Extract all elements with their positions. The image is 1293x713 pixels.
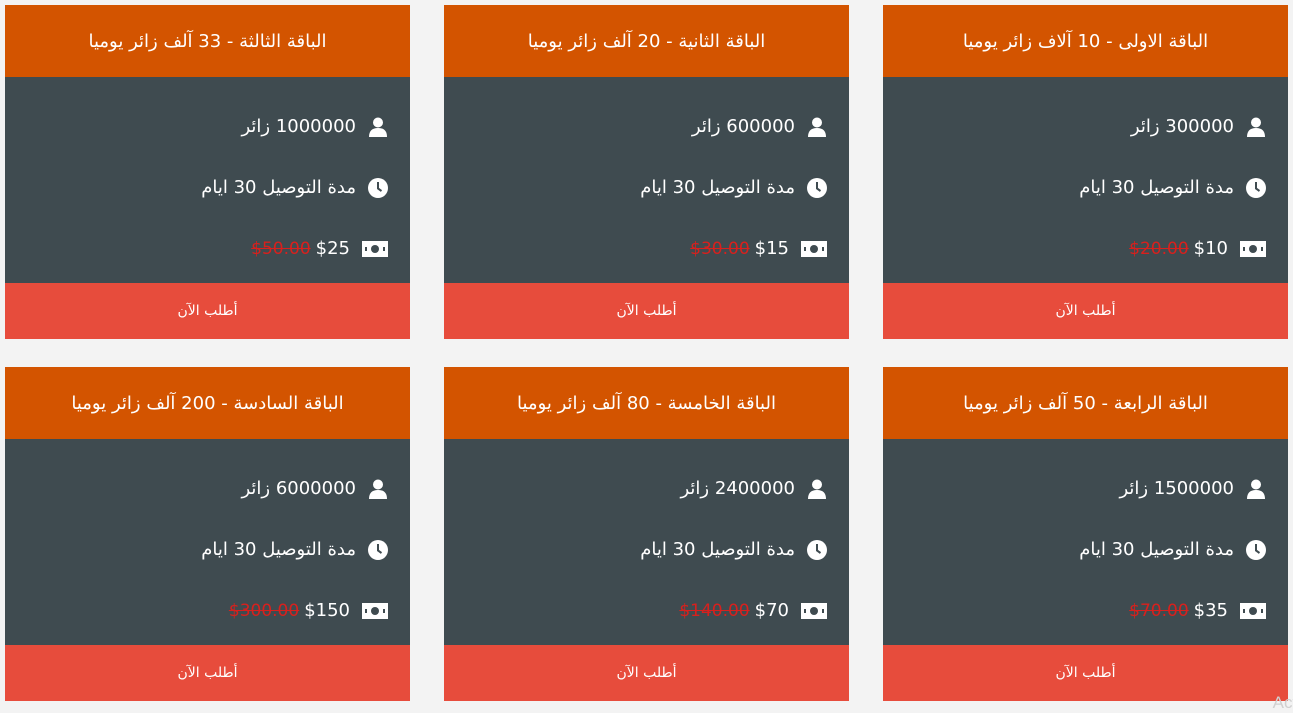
visitors-count: 300000 زائر bbox=[1130, 116, 1234, 137]
price-row: $150 $300.00 bbox=[5, 580, 410, 641]
order-now-button[interactable]: أطلب الآن bbox=[883, 645, 1288, 701]
current-price: $150 bbox=[304, 600, 350, 621]
duration-row: مدة التوصيل 30 ايام bbox=[5, 157, 410, 218]
money-icon bbox=[362, 601, 388, 621]
current-price: $35 bbox=[1193, 600, 1228, 621]
package-title: الباقة الثانية - 20 آلف زائر يوميا bbox=[444, 5, 849, 77]
visitors-row: 600000 زائر bbox=[444, 96, 849, 157]
user-icon bbox=[807, 479, 827, 499]
package-card: الباقة الثانية - 20 آلف زائر يوميا 60000… bbox=[444, 5, 849, 339]
user-icon bbox=[368, 117, 388, 137]
old-price: $20.00 bbox=[1129, 238, 1189, 259]
delivery-duration: مدة التوصيل 30 ايام bbox=[1079, 539, 1234, 560]
duration-row: مدة التوصيل 30 ايام bbox=[444, 157, 849, 218]
delivery-duration: مدة التوصيل 30 ايام bbox=[640, 177, 795, 198]
duration-row: مدة التوصيل 30 ايام bbox=[444, 519, 849, 580]
visitors-count: 1500000 زائر bbox=[1119, 478, 1234, 499]
order-now-button[interactable]: أطلب الآن bbox=[5, 283, 410, 339]
user-icon bbox=[368, 479, 388, 499]
price-row: $35 $70.00 bbox=[883, 580, 1288, 641]
clock-icon bbox=[807, 177, 827, 198]
package-details: 6000000 زائر مدة التوصيل 30 ايام $150 $3… bbox=[5, 439, 410, 645]
package-card: الباقة الثالثة - 33 آلف زائر يوميا 10000… bbox=[5, 5, 410, 339]
duration-row: مدة التوصيل 30 ايام bbox=[5, 519, 410, 580]
delivery-duration: مدة التوصيل 30 ايام bbox=[1079, 177, 1234, 198]
old-price: $300.00 bbox=[228, 600, 300, 621]
clock-icon bbox=[368, 539, 388, 560]
package-details: 300000 زائر مدة التوصيل 30 ايام $10 $20.… bbox=[883, 77, 1288, 283]
package-card: الباقة الرابعة - 50 آلف زائر يوميا 15000… bbox=[883, 367, 1288, 701]
old-price: $140.00 bbox=[679, 600, 750, 621]
package-card: الباقة السادسة - 200 آلف زائر يوميا 6000… bbox=[5, 367, 410, 701]
visitors-count: 6000000 زائر bbox=[241, 478, 356, 499]
price-row: $15 $30.00 bbox=[444, 218, 849, 279]
order-now-button[interactable]: أطلب الآن bbox=[444, 645, 849, 701]
visitors-row: 2400000 زائر bbox=[444, 458, 849, 519]
old-price: $70.00 bbox=[1129, 600, 1189, 621]
money-icon bbox=[1240, 239, 1266, 259]
current-price: $15 bbox=[754, 238, 789, 259]
old-price: $30.00 bbox=[690, 238, 750, 259]
visitors-count: 2400000 زائر bbox=[680, 478, 795, 499]
delivery-duration: مدة التوصيل 30 ايام bbox=[201, 177, 356, 198]
current-price: $10 bbox=[1193, 238, 1228, 259]
clock-icon bbox=[807, 539, 827, 560]
visitors-count: 1000000 زائر bbox=[241, 116, 356, 137]
user-icon bbox=[807, 117, 827, 137]
package-title: الباقة الاولى - 10 آلاف زائر يوميا bbox=[883, 5, 1288, 77]
clock-icon bbox=[1246, 177, 1266, 198]
user-icon bbox=[1246, 117, 1266, 137]
money-icon bbox=[801, 239, 827, 259]
clock-icon bbox=[368, 177, 388, 198]
package-title: الباقة الخامسة - 80 آلف زائر يوميا bbox=[444, 367, 849, 439]
order-now-button[interactable]: أطلب الآن bbox=[444, 283, 849, 339]
duration-row: مدة التوصيل 30 ايام bbox=[883, 519, 1288, 580]
package-title: الباقة الثالثة - 33 آلف زائر يوميا bbox=[5, 5, 410, 77]
clock-icon bbox=[1246, 539, 1266, 560]
package-details: 1000000 زائر مدة التوصيل 30 ايام $25 $50… bbox=[5, 77, 410, 283]
visitors-count: 600000 زائر bbox=[691, 116, 795, 137]
money-icon bbox=[1240, 601, 1266, 621]
package-details: 600000 زائر مدة التوصيل 30 ايام $15 $30.… bbox=[444, 77, 849, 283]
package-details: 2400000 زائر مدة التوصيل 30 ايام $70 $14… bbox=[444, 439, 849, 645]
delivery-duration: مدة التوصيل 30 ايام bbox=[640, 539, 795, 560]
package-title: الباقة الرابعة - 50 آلف زائر يوميا bbox=[883, 367, 1288, 439]
order-now-button[interactable]: أطلب الآن bbox=[5, 645, 410, 701]
old-price: $50.00 bbox=[251, 238, 311, 259]
package-title: الباقة السادسة - 200 آلف زائر يوميا bbox=[5, 367, 410, 439]
visitors-row: 1500000 زائر bbox=[883, 458, 1288, 519]
price-row: $10 $20.00 bbox=[883, 218, 1288, 279]
current-price: $25 bbox=[315, 238, 350, 259]
duration-row: مدة التوصيل 30 ايام bbox=[883, 157, 1288, 218]
activation-watermark: Acti bbox=[1272, 693, 1293, 712]
delivery-duration: مدة التوصيل 30 ايام bbox=[201, 539, 356, 560]
package-card: الباقة الخامسة - 80 آلف زائر يوميا 24000… bbox=[444, 367, 849, 701]
packages-grid: الباقة الاولى - 10 آلاف زائر يوميا 30000… bbox=[0, 0, 1293, 707]
visitors-row: 6000000 زائر bbox=[5, 458, 410, 519]
package-details: 1500000 زائر مدة التوصيل 30 ايام $35 $70… bbox=[883, 439, 1288, 645]
price-row: $70 $140.00 bbox=[444, 580, 849, 641]
price-row: $25 $50.00 bbox=[5, 218, 410, 279]
user-icon bbox=[1246, 479, 1266, 499]
money-icon bbox=[801, 601, 827, 621]
visitors-row: 1000000 زائر bbox=[5, 96, 410, 157]
order-now-button[interactable]: أطلب الآن bbox=[883, 283, 1288, 339]
visitors-row: 300000 زائر bbox=[883, 96, 1288, 157]
package-card: الباقة الاولى - 10 آلاف زائر يوميا 30000… bbox=[883, 5, 1288, 339]
money-icon bbox=[362, 239, 388, 259]
current-price: $70 bbox=[754, 600, 789, 621]
